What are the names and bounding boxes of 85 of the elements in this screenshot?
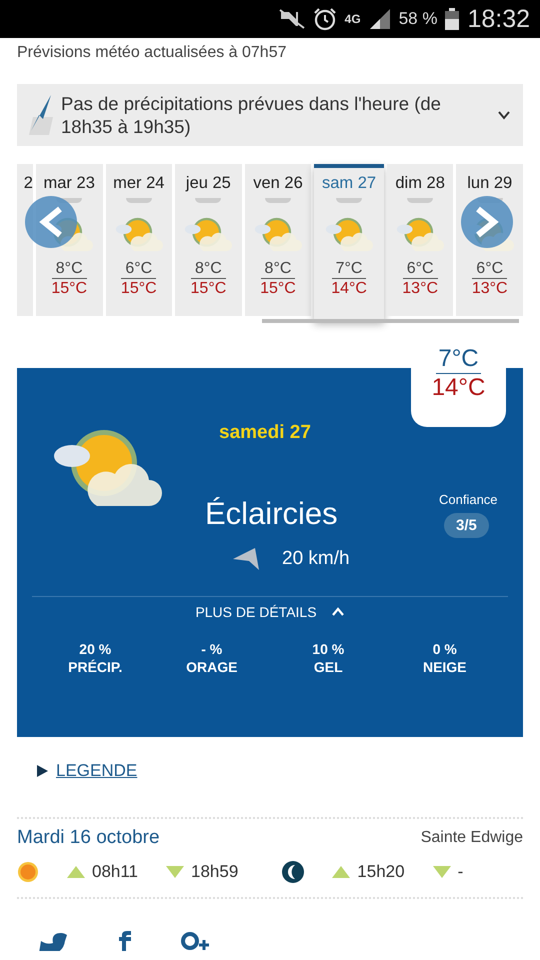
max-temperature: 13°C [402,278,438,298]
min-temperature: 6°C [472,260,508,279]
min-temperature: 8°C [52,260,87,279]
scrollbar[interactable] [262,319,519,324]
stat-label: GEL [314,658,343,677]
handle-mark [407,198,434,204]
sun-cloud-icon [114,217,163,252]
moonset-time: - [458,862,464,882]
sun-cloud-icon [325,217,374,252]
day-label: jeu 25 [186,174,231,194]
legend-link[interactable]: LEGENDE [56,761,138,782]
wind-speed: 20 km/h [282,548,350,570]
sun-cloud-icon [254,217,302,252]
precipitation-banner[interactable]: Pas de précipitations prévues dans l'heure (de 18h35 à 19h35) [17,84,523,146]
stat-value: 10 % [312,640,344,658]
handle-mark [126,198,152,204]
chevron-right-icon [474,205,500,240]
set-icon [432,866,451,878]
day-label: mar 23 [44,174,95,194]
moonrise-time: 15h20 [357,862,405,882]
min-temperature: 6°C [402,260,438,279]
stat-label: NEIGE [422,658,467,677]
handle-mark [336,198,362,204]
day-label: mer 24 [113,174,164,194]
confidence-badge: 3/5 [444,513,489,538]
handle-mark [195,198,222,204]
min-temperature: 7°C [332,260,366,279]
day-column[interactable]: jeu 25 8°C 15°C [175,164,242,316]
details-toggle[interactable]: PLUS DE DÉTAILS [17,600,523,624]
min-temperature: 7°C [436,346,481,374]
rise-icon [332,866,350,878]
day-label: 2 [24,174,33,194]
max-temperature: 13°C [472,278,508,298]
condition-text: Éclaircies [205,496,338,532]
max-temperature: 15°C [260,278,296,298]
max-temperature: 14°C [432,374,486,402]
wind-arrow-icon [233,546,261,570]
moon-icon [282,861,304,884]
saint-of-day: Sainte Edwige [420,829,523,848]
signal-icon [368,8,391,30]
day-column[interactable]: ven 26 8°C 15°C [244,164,312,316]
update-time-text: Prévisions météo actualisées à 07h57 [17,44,288,62]
triangle-icon [37,765,48,778]
max-temperature: 15°C [120,278,157,298]
precipitation-text: Pas de précipitations prévues dans l'heure (de 18h35 à 19h35) [61,92,442,138]
sunset-time: 18h59 [191,862,238,882]
max-temperature: 15°C [51,278,88,298]
stat-value: 20 % [79,640,112,658]
sun-cloud-icon [396,217,444,252]
day-column[interactable]: dim 28 6°C 13°C [386,164,454,316]
min-temperature: 8°C [260,260,296,279]
mute-icon [278,9,305,29]
chevron-left-icon [38,205,64,240]
battery-icon [445,8,460,30]
forecast-date: samedi 27 [219,422,311,444]
battery-percent: 58 % [398,9,438,29]
confidence-label: Confiance [439,492,498,508]
sun-icon [17,861,39,884]
sunrise-time: 08h11 [92,862,138,882]
day-label: ven 26 [253,174,303,194]
share-icon[interactable] [117,931,133,952]
day-column[interactable]: mer 24 6°C 15°C [106,164,172,316]
handle-mark [264,198,291,204]
network-type: 4G [344,13,361,25]
day-column[interactable]: sam 27 7°C 14°C [314,164,384,320]
stat-value: 0 % [432,640,457,658]
stat-value: - % [201,640,222,658]
day-label: lun 29 [467,174,512,194]
max-temperature: 14°C [331,278,367,298]
alarm-icon [312,7,337,31]
clock: 18:32 [467,4,530,34]
rise-icon [67,866,85,878]
max-temperature: 15°C [190,278,226,298]
min-temperature: 6°C [121,260,156,279]
current-date: Mardi 16 octobre [17,827,160,850]
min-temperature: 8°C [190,260,226,279]
plus-share-icon[interactable] [181,931,211,952]
stat-label: ORAGE [186,658,238,677]
stat-label: PRÉCIP. [68,658,122,677]
set-icon [166,866,184,878]
day-column[interactable]: 2 [17,164,33,316]
day-label: sam 27 [322,174,376,194]
sun-cloud-icon [52,428,162,508]
day-label: dim 28 [395,174,445,194]
sun-cloud-icon [184,217,232,252]
